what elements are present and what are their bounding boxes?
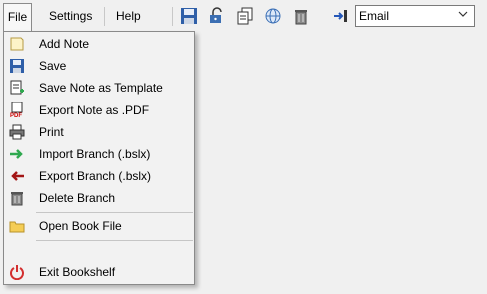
chevron-down-icon: [458, 11, 468, 17]
menu-item-delete-branch[interactable]: Delete Branch: [4, 187, 194, 209]
trash-icon[interactable]: [292, 7, 310, 25]
menu-item-import-branch[interactable]: Import Branch (.bslx): [4, 143, 194, 165]
green-arrow-right-icon: [9, 146, 25, 162]
type-select-value: Email: [359, 9, 390, 23]
file-menu-dropdown: Add Note Save Save Note as Template PDF …: [3, 31, 195, 285]
globe-icon[interactable]: [264, 7, 282, 25]
menu-item-open-book[interactable]: Open Book File: [4, 215, 194, 237]
template-icon: [9, 80, 25, 96]
menu-item-label: Delete Branch: [39, 191, 116, 205]
menu-help[interactable]: Help: [110, 3, 147, 29]
trash-icon: [9, 190, 25, 206]
menu-item-add-note[interactable]: Add Note: [4, 33, 194, 55]
note-icon: [9, 36, 25, 52]
menu-item-print[interactable]: Print: [4, 121, 194, 143]
menu-item-export-branch[interactable]: Export Branch (.bslx): [4, 165, 194, 187]
type-select[interactable]: Email: [355, 5, 475, 27]
menu-item-save[interactable]: Save: [4, 55, 194, 77]
menu-item-label: Exit Bookshelf: [39, 265, 116, 279]
pdf-icon: PDF: [9, 101, 25, 119]
svg-text:PDF: PDF: [10, 113, 22, 118]
menu-item-label: Save: [39, 59, 67, 73]
red-arrow-left-icon: [9, 168, 25, 184]
menu-bar: File Settings Help Email: [0, 0, 487, 33]
menu-item-label: Add Note: [39, 37, 90, 51]
printer-icon: [9, 124, 25, 140]
save-icon[interactable]: [180, 7, 198, 25]
menu-file[interactable]: File: [3, 3, 32, 32]
import-arrow-icon[interactable]: [332, 7, 350, 25]
unlock-icon[interactable]: [208, 7, 226, 25]
menu-item-label: Save Note as Template: [39, 81, 163, 95]
menu-item-label: Open Book File: [39, 219, 122, 233]
menu-item-export-pdf[interactable]: PDF Export Note as .PDF: [4, 99, 194, 121]
menu-item-save-template[interactable]: Save Note as Template: [4, 77, 194, 99]
menu-separator: [36, 212, 193, 213]
menu-item-label: Export Branch (.bslx): [39, 169, 152, 183]
folder-icon: [9, 218, 25, 234]
copy-icon[interactable]: [236, 7, 254, 25]
menu-item-label: Export Note as .PDF: [39, 103, 150, 117]
menu-item-label: Print: [39, 125, 64, 139]
save-icon: [9, 58, 25, 74]
menu-settings[interactable]: Settings: [43, 3, 98, 29]
menu-separator: [36, 240, 193, 241]
menu-item-exit[interactable]: Exit Bookshelf: [4, 261, 194, 283]
menu-separator: [104, 7, 105, 26]
menu-item-label: Import Branch (.bslx): [39, 147, 151, 161]
toolbar-separator: [172, 7, 173, 26]
power-icon: [9, 264, 25, 281]
